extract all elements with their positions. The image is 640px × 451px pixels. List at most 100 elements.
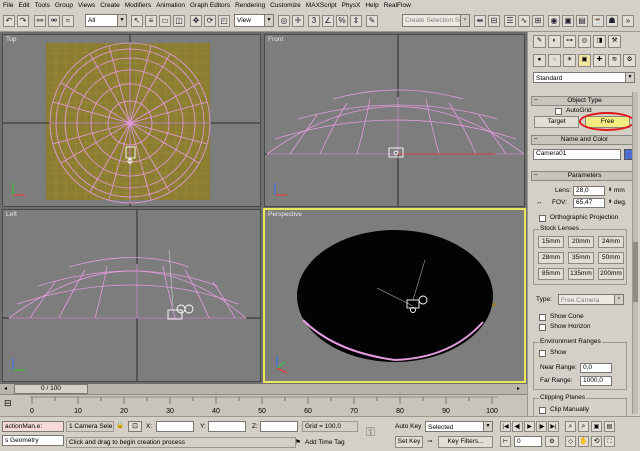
env-show-checkbox[interactable] — [539, 350, 546, 357]
percent-snap-icon[interactable]: % — [336, 15, 348, 27]
move-icon[interactable]: ✥ — [190, 15, 202, 27]
rollout-header-parameters[interactable]: − Parameters — [531, 171, 638, 181]
window-crossing-icon[interactable]: ◫ — [173, 15, 185, 27]
viewport-perspective[interactable]: Perspective — [263, 208, 526, 383]
hierarchy-tab-icon[interactable]: ⊶ — [563, 35, 576, 48]
menu-item-views[interactable]: Views — [75, 0, 97, 10]
show-cone-checkbox[interactable] — [539, 314, 546, 321]
lens-button-50mm[interactable]: 50mm — [598, 252, 624, 264]
fov-input[interactable]: 65,47 — [573, 198, 605, 208]
geometry-category-icon[interactable]: ● — [533, 54, 546, 67]
select-by-name-icon[interactable]: ≡ — [145, 15, 157, 27]
motion-tab-icon[interactable]: ◎ — [578, 35, 591, 48]
lens-button-135mm[interactable]: 135mm — [568, 268, 594, 280]
autogrid-checkbox[interactable] — [555, 108, 562, 115]
show-horizon-checkbox[interactable] — [539, 324, 546, 331]
key-mode-toggle-icon[interactable]: ⊢ — [500, 436, 511, 447]
viewport-top[interactable]: Top — [2, 34, 261, 207]
rollout-header-name-color[interactable]: − Name and Color — [531, 135, 638, 145]
lens-button-28mm[interactable]: 28mm — [538, 252, 564, 264]
create-tab-icon[interactable]: ✎ — [533, 35, 546, 48]
command-panel-scrollbar[interactable] — [632, 92, 638, 414]
lens-button-85mm[interactable]: 85mm — [538, 268, 564, 280]
menu-item-rendering[interactable]: Rendering — [232, 0, 267, 10]
bind-space-warp-icon[interactable]: ≈ — [62, 15, 74, 27]
menu-item-realflow[interactable]: RealFlow — [381, 0, 413, 10]
schematic-view-icon[interactable]: ⊞ — [532, 15, 544, 27]
set-key-button[interactable]: Set Key — [395, 436, 423, 448]
display-tab-icon[interactable]: ◨ — [593, 35, 606, 48]
snap-icon[interactable]: 3 — [308, 15, 320, 27]
pan-view-icon[interactable]: ✋ — [578, 436, 589, 447]
zoom-all-icon[interactable]: ⌕ — [578, 421, 589, 432]
fov-direction-icon[interactable]: ↔ — [536, 199, 543, 207]
scale-icon[interactable]: ◰ — [218, 15, 230, 27]
menu-item-create[interactable]: Create — [97, 0, 122, 10]
menu-item-modifiers[interactable]: Modifiers — [122, 0, 153, 10]
selection-set-input[interactable]: Create Selection Set ▼ — [402, 14, 470, 27]
camera-type-select[interactable]: Free Camera ▼ — [558, 294, 624, 305]
orthographic-checkbox[interactable] — [539, 215, 546, 222]
menu-item-file[interactable]: File — [0, 0, 15, 10]
zoom-extents-icon[interactable]: ▣ — [591, 421, 602, 432]
cameras-category-icon[interactable]: ▣ — [578, 54, 591, 67]
y-coordinate-input[interactable] — [208, 421, 246, 432]
add-time-tag[interactable]: Add Time Tag — [305, 439, 345, 447]
render-setup-icon[interactable]: ▣ — [562, 15, 574, 27]
z-coordinate-input[interactable] — [260, 421, 298, 432]
render-frame-icon[interactable]: ▤ — [576, 15, 588, 27]
menu-item-customize[interactable]: Customize — [267, 0, 303, 10]
lens-button-15mm[interactable]: 15mm — [538, 236, 564, 248]
menu-item-help[interactable]: Help — [362, 0, 380, 10]
key-filters-button[interactable]: Key Filters... — [438, 436, 493, 448]
quick-render-icon[interactable]: ☗ — [606, 15, 618, 27]
pivot-center-icon[interactable]: ◎ — [278, 15, 290, 27]
next-frame-icon[interactable]: ▸ — [517, 385, 525, 393]
play-icon[interactable]: ▶ — [524, 421, 535, 432]
rotate-icon[interactable]: ⟳ — [204, 15, 216, 27]
spinner-snap-icon[interactable]: ⇕ — [350, 15, 362, 27]
unlink-icon[interactable]: ⚮ — [48, 15, 60, 27]
lights-category-icon[interactable]: ☀ — [563, 54, 576, 67]
current-frame-input[interactable]: 0 — [514, 436, 542, 447]
key-set-select[interactable]: Selected ▼ — [425, 421, 493, 432]
systems-category-icon[interactable]: ⚙ — [623, 54, 636, 67]
maxscript-listener-line2[interactable]: s Geometry — [2, 435, 64, 446]
time-slider-thumb[interactable]: 0 / 100 — [14, 384, 88, 394]
viewport-left[interactable]: Left — [2, 209, 261, 382]
manipulate-icon[interactable]: ✛ — [292, 15, 304, 27]
helpers-category-icon[interactable]: ✚ — [593, 54, 606, 67]
angle-snap-icon[interactable]: ∠ — [322, 15, 334, 27]
go-to-start-icon[interactable]: |◀ — [500, 421, 511, 432]
x-coordinate-input[interactable] — [156, 421, 194, 432]
lens-button-24mm[interactable]: 24mm — [598, 236, 624, 248]
set-key-icon[interactable]: ⊸ — [427, 438, 432, 446]
category-dropdown[interactable]: Standard ▼ — [533, 72, 635, 83]
viewport-label-perspective[interactable]: Perspective — [268, 211, 302, 218]
auto-key-button[interactable]: Auto Key — [395, 423, 421, 431]
viewport-label-left[interactable]: Left — [6, 211, 17, 218]
named-selection-icon[interactable]: ✎ — [366, 15, 378, 27]
clip-manually-checkbox[interactable] — [539, 407, 546, 414]
viewport-front[interactable]: Front — [264, 34, 525, 207]
fov-spinner-icon[interactable]: ⬍ — [608, 198, 612, 206]
track-bar-toggle-icon[interactable]: ⊟ — [4, 398, 18, 412]
field-of-view-icon[interactable]: ◇ — [565, 436, 576, 447]
menu-item-tools[interactable]: Tools — [32, 0, 52, 10]
lens-button-200mm[interactable]: 200mm — [598, 268, 624, 280]
orbit-icon[interactable]: ⟲ — [591, 436, 602, 447]
reference-coordinate-select[interactable]: View ▼ — [234, 14, 274, 27]
layer-manager-icon[interactable]: ☰ — [504, 15, 516, 27]
undo-icon[interactable]: ↶ — [3, 15, 15, 27]
spacewarps-category-icon[interactable]: ≋ — [608, 54, 621, 67]
timeline-ruler[interactable]: 0 10 20 30 40 50 60 70 80 90 100 — [30, 395, 498, 416]
maxscript-listener-line1[interactable]: actionMan.e: — [2, 421, 64, 432]
menu-item-edit[interactable]: Edit — [15, 0, 31, 10]
next-key-icon[interactable]: |▶ — [536, 421, 547, 432]
go-to-end-icon[interactable]: ▶| — [548, 421, 559, 432]
target-camera-button[interactable]: Target — [534, 116, 579, 128]
material-editor-icon[interactable]: ◉ — [548, 15, 560, 27]
zoom-icon[interactable]: ⌕ — [565, 421, 576, 432]
menu-item-graph-editors[interactable]: Graph Editors — [187, 0, 232, 10]
maximize-viewport-icon[interactable]: ⛶ — [604, 436, 615, 447]
